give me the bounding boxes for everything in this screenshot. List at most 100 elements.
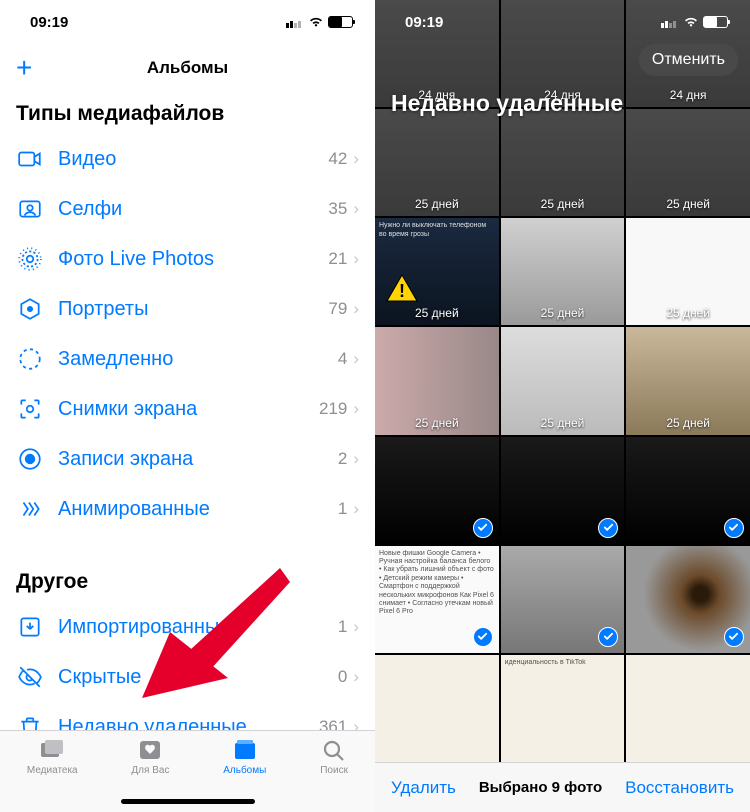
media-row-animated[interactable]: Анимированные 1 › [0,484,375,534]
albums-screen: 09:19 + Альбомы Типы медиафайлов Видео 4… [0,0,375,812]
row-label: Замедленно [58,348,338,371]
svg-text:!: ! [399,281,405,301]
photo-thumbnail[interactable] [375,655,499,762]
photo-thumbnail[interactable] [626,655,750,762]
wifi-icon [683,16,699,28]
page-title: Недавно удаленные [391,90,623,117]
media-row-portrait[interactable]: Портреты 79 › [0,284,375,334]
days-remaining: 25 дней [541,416,585,430]
media-row-slomo[interactable]: Замедленно 4 › [0,334,375,384]
media-row-video[interactable]: Видео 42 › [0,134,375,184]
photo-thumbnail[interactable]: Нужно ли выключать телефоном во время гр… [375,218,499,325]
tab-label: Для Вас [131,765,169,776]
chevron-right-icon: › [353,199,359,219]
photo-thumbnail[interactable] [501,546,625,653]
days-remaining: 24 дня [670,88,707,102]
selection-check-icon [598,627,618,647]
other-row-trash[interactable]: Недавно удаленные 361 › [0,702,375,730]
status-icons [286,16,353,28]
tab-icon [38,737,66,763]
row-label: Импортированные [58,616,338,639]
status-bar: 09:19 [375,0,750,44]
battery-icon [703,16,728,28]
tab-label: Медиатека [27,765,78,776]
days-remaining: 25 дней [415,306,459,320]
photo-thumbnail[interactable]: 25 дней [626,218,750,325]
slomo-icon [16,345,44,373]
delete-button[interactable]: Удалить [391,778,456,798]
days-remaining: 25 дней [666,416,710,430]
days-remaining: 25 дней [415,197,459,211]
chevron-right-icon: › [353,499,359,519]
wifi-icon [308,16,324,28]
row-count: 21 [328,249,347,269]
row-label: Видео [58,148,328,171]
days-remaining: 25 дней [415,416,459,430]
row-label: Селфи [58,198,328,221]
media-row-live[interactable]: Фото Live Photos 21 › [0,234,375,284]
nav-bar: + Альбомы [0,44,375,92]
screenrec-icon [16,445,44,473]
days-remaining: 25 дней [541,197,585,211]
photo-thumbnail[interactable] [626,546,750,653]
other-row-hidden[interactable]: Скрытые 0 › [0,652,375,702]
thumb-caption: Новые фишки Google Camera • Ручная настр… [379,550,495,617]
media-row-screenshot[interactable]: Снимки экрана 219 › [0,384,375,434]
row-count: 42 [328,149,347,169]
photo-thumbnail[interactable]: Новые фишки Google Camera • Ручная настр… [375,546,499,653]
row-count: 361 [319,717,347,730]
tab-медиатека[interactable]: Медиатека [27,737,78,812]
row-count: 219 [319,399,347,419]
row-count: 35 [328,199,347,219]
albums-content: Типы медиафайлов Видео 42 › Селфи 35 › Ф… [0,92,375,730]
tab-поиск[interactable]: Поиск [320,737,348,812]
chevron-right-icon: › [353,667,359,687]
import-icon [16,613,44,641]
status-icons [661,16,728,28]
other-row-import[interactable]: Импортированные 1 › [0,602,375,652]
add-button[interactable]: + [16,54,32,82]
photo-thumbnail[interactable]: 25 дней [501,218,625,325]
row-count: 79 [328,299,347,319]
status-bar: 09:19 [0,0,375,44]
photo-thumbnail[interactable]: иденциальность в TikTok [501,655,625,762]
selection-check-icon [724,518,744,538]
hidden-icon [16,663,44,691]
photo-thumbnail[interactable]: 25 дней [626,109,750,216]
photo-thumbnail[interactable]: 25 дней [501,109,625,216]
dual-sim-icon [661,17,679,28]
tab-icon [136,737,164,763]
photo-thumbnail[interactable]: 25 дней [501,327,625,434]
recover-button[interactable]: Восстановить [625,778,734,798]
home-indicator [121,799,255,804]
tab-label: Альбомы [223,765,266,776]
section-header-media-types: Типы медиафайлов [0,92,375,134]
days-remaining: 25 дней [666,306,710,320]
photo-thumbnail[interactable]: 25 дней [375,327,499,434]
screenshot-icon [16,395,44,423]
thumb-caption: иденциальность в TikTok [505,659,621,667]
chevron-right-icon: › [353,349,359,369]
battery-icon [328,16,353,28]
photo-thumbnail[interactable] [375,437,499,544]
selection-check-icon [473,627,493,647]
warning-icon: ! [385,273,419,303]
media-row-screenrec[interactable]: Записи экрана 2 › [0,434,375,484]
selection-check-icon [598,518,618,538]
photo-thumbnail[interactable] [626,437,750,544]
row-count: 0 [338,667,347,687]
tab-icon [320,737,348,763]
row-label: Портреты [58,298,328,321]
live-icon [16,245,44,273]
chevron-right-icon: › [353,399,359,419]
cancel-button[interactable]: Отменить [639,44,738,76]
photo-thumbnail[interactable]: 25 дней [375,109,499,216]
thumb-caption: Нужно ли выключать телефоном во время гр… [379,222,495,239]
chevron-right-icon: › [353,717,359,730]
days-remaining: 25 дней [666,197,710,211]
row-label: Скрытые [58,666,338,689]
photo-thumbnail[interactable]: 25 дней [626,327,750,434]
selfie-icon [16,195,44,223]
media-row-selfie[interactable]: Селфи 35 › [0,184,375,234]
photo-thumbnail[interactable] [501,437,625,544]
